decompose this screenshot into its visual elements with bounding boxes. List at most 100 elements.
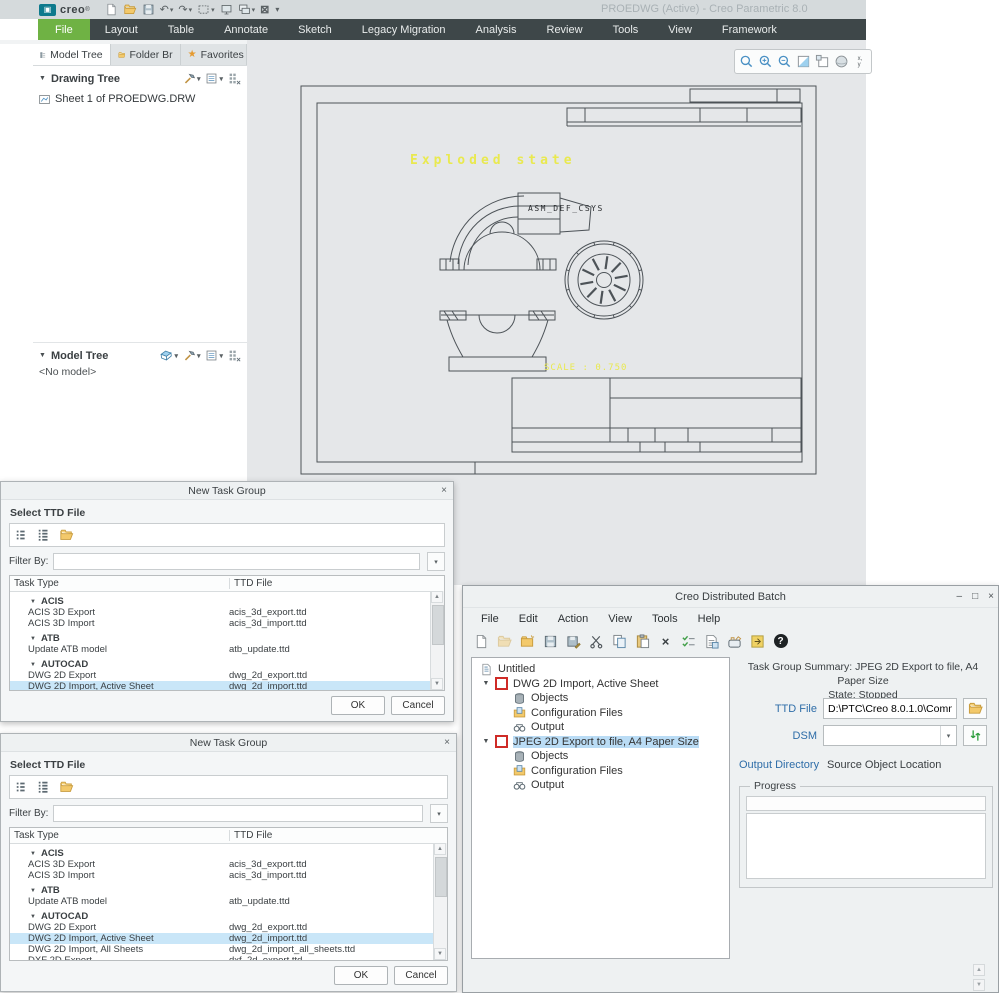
tree-root-node[interactable]: Untitled	[472, 662, 729, 677]
copy-button[interactable]	[611, 633, 628, 650]
new-file-button[interactable]	[473, 633, 490, 650]
export-button[interactable]	[749, 633, 766, 650]
maximize-button[interactable]: □	[972, 591, 978, 602]
regenerate-button[interactable]	[219, 2, 234, 17]
group-row[interactable]: ▼AUTOCAD	[10, 659, 431, 670]
scroll-thumb[interactable]	[432, 605, 444, 645]
detail-view-button[interactable]	[37, 528, 51, 542]
table-row[interactable]: ACIS 3D Exportacis_3d_export.ttd	[10, 859, 434, 870]
menu-help[interactable]: Help	[688, 613, 731, 625]
menu-view[interactable]: View	[598, 613, 642, 625]
collapse-icon[interactable]: ▼	[482, 680, 490, 687]
verify-tasks-button[interactable]	[680, 633, 697, 650]
table-row[interactable]: ACIS 3D Importacis_3d_import.ttd	[10, 618, 431, 629]
tree-settings-button[interactable]	[228, 72, 241, 85]
open-ttd-file-button[interactable]	[59, 528, 74, 542]
table-row[interactable]: DXF 2D Exportdxf_2d_export.ttd	[10, 955, 434, 960]
filter-input[interactable]	[53, 553, 420, 570]
table-row[interactable]: Update ATB modelatb_update.ttd	[10, 644, 431, 655]
collapse-drawing-tree-icon[interactable]: ▼	[39, 75, 46, 82]
scroll-up-button[interactable]: ▲	[973, 964, 985, 976]
save-as-button[interactable]	[565, 633, 582, 650]
collapse-icon[interactable]: ▼	[482, 738, 490, 745]
list-view-button[interactable]	[15, 780, 29, 794]
column-ttd-file[interactable]: TTD File	[230, 578, 444, 589]
scroll-down-icon[interactable]: ▼	[434, 948, 446, 960]
tab-folder-browser[interactable]: Folder Br	[111, 44, 181, 65]
close-button[interactable]: ×	[988, 591, 994, 602]
filter-dropdown-icon[interactable]: ▾	[430, 804, 448, 823]
tree-child-objects[interactable]: Objects	[472, 749, 729, 764]
column-task-type[interactable]: Task Type	[10, 578, 230, 589]
tab-legacy-migration[interactable]: Legacy Migration	[347, 19, 461, 40]
column-ttd-file[interactable]: TTD File	[230, 830, 447, 841]
menu-action[interactable]: Action	[548, 613, 599, 625]
tree-child-objects[interactable]: Objects	[472, 691, 729, 706]
task-properties-button[interactable]	[703, 633, 720, 650]
refresh-dsm-button[interactable]	[963, 725, 987, 746]
delete-button[interactable]: ×	[657, 633, 674, 650]
open-button[interactable]	[496, 633, 513, 650]
tab-favorites[interactable]: ★ Favorites	[181, 44, 247, 65]
tab-annotate[interactable]: Annotate	[209, 19, 283, 40]
task-tree-panel[interactable]: Untitled ▼ DWG 2D Import, Active Sheet O…	[471, 657, 730, 959]
collapse-model-tree-icon[interactable]: ▼	[39, 352, 46, 359]
save-button[interactable]	[141, 2, 156, 17]
undo-button[interactable]: ↶▾	[159, 2, 175, 17]
tab-layout[interactable]: Layout	[90, 19, 153, 40]
table-row-selected[interactable]: DWG 2D Import, Active Sheetdwg_2d_import…	[10, 933, 434, 944]
window-stack-button[interactable]: ▾	[237, 2, 257, 17]
tab-sketch[interactable]: Sketch	[283, 19, 347, 40]
close-window-button[interactable]: ⊠	[259, 2, 270, 17]
tab-framework[interactable]: Framework	[707, 19, 792, 40]
table-row[interactable]: Update ATB modelatb_update.ttd	[10, 896, 434, 907]
cancel-button[interactable]: Cancel	[394, 966, 448, 985]
model-part-button[interactable]: ▾	[159, 349, 178, 362]
task-group-node-selected[interactable]: ▼ JPEG 2D Export to file, A4 Paper Size	[472, 735, 729, 750]
output-directory-label[interactable]: Output Directory	[739, 759, 819, 771]
list-view-button[interactable]	[15, 528, 29, 542]
tab-view[interactable]: View	[653, 19, 707, 40]
filter-input[interactable]	[53, 805, 423, 822]
close-icon[interactable]: ×	[444, 734, 450, 751]
table-row[interactable]: ACIS 3D Importacis_3d_import.ttd	[10, 870, 434, 881]
vertical-scrollbar[interactable]: ▲ ▼	[433, 843, 447, 960]
cut-button[interactable]	[588, 633, 605, 650]
zoom-icon[interactable]	[738, 54, 754, 70]
tab-analysis[interactable]: Analysis	[461, 19, 532, 40]
column-task-type[interactable]: Task Type	[10, 830, 230, 841]
scroll-thumb[interactable]	[435, 857, 447, 897]
filter-dropdown-icon[interactable]: ▾	[427, 552, 445, 571]
drawing-sheet-node[interactable]: Sheet 1 of PROEDWG.DRW	[33, 91, 247, 107]
open-button[interactable]	[122, 2, 138, 17]
model-display-button[interactable]: ▾	[205, 349, 223, 362]
zoom-out-icon[interactable]	[776, 54, 792, 70]
ok-button[interactable]: OK	[334, 966, 388, 985]
tab-review[interactable]: Review	[532, 19, 598, 40]
scroll-up-icon[interactable]: ▲	[434, 843, 446, 855]
table-row-selected[interactable]: DWG 2D Import, Active Sheetdwg_2d_import…	[10, 681, 431, 690]
ok-button[interactable]: OK	[331, 696, 385, 715]
paste-button[interactable]	[634, 633, 651, 650]
new-task-group-button[interactable]	[519, 633, 536, 650]
dsm-dropdown-icon[interactable]: ▾	[940, 726, 956, 745]
tree-child-output[interactable]: Output	[472, 720, 729, 735]
cancel-button[interactable]: Cancel	[391, 696, 445, 715]
table-row[interactable]: DWG 2D Exportdwg_2d_export.ttd	[10, 922, 434, 933]
scroll-up-icon[interactable]: ▲	[431, 591, 443, 603]
open-ttd-file-button[interactable]	[59, 780, 74, 794]
group-row[interactable]: ▼AUTOCAD	[10, 911, 434, 922]
select-box-button[interactable]: ▾	[196, 2, 216, 17]
task-group-checkbox[interactable]	[495, 735, 508, 748]
close-icon[interactable]: ×	[441, 482, 447, 499]
task-group-node[interactable]: ▼ DWG 2D Import, Active Sheet	[472, 677, 729, 692]
tab-model-tree[interactable]: Model Tree	[33, 44, 111, 65]
vertical-scrollbar[interactable]: ▲ ▼	[430, 591, 444, 690]
browse-ttd-button[interactable]	[963, 698, 987, 719]
help-button[interactable]: ?	[772, 633, 789, 650]
dsm-combobox[interactable]: ▾	[823, 725, 957, 746]
repaint-icon[interactable]	[795, 54, 811, 70]
scroll-down-button[interactable]: ▼	[973, 979, 985, 991]
menu-edit[interactable]: Edit	[509, 613, 548, 625]
customize-quick-access-button[interactable]: ▾	[273, 2, 280, 17]
